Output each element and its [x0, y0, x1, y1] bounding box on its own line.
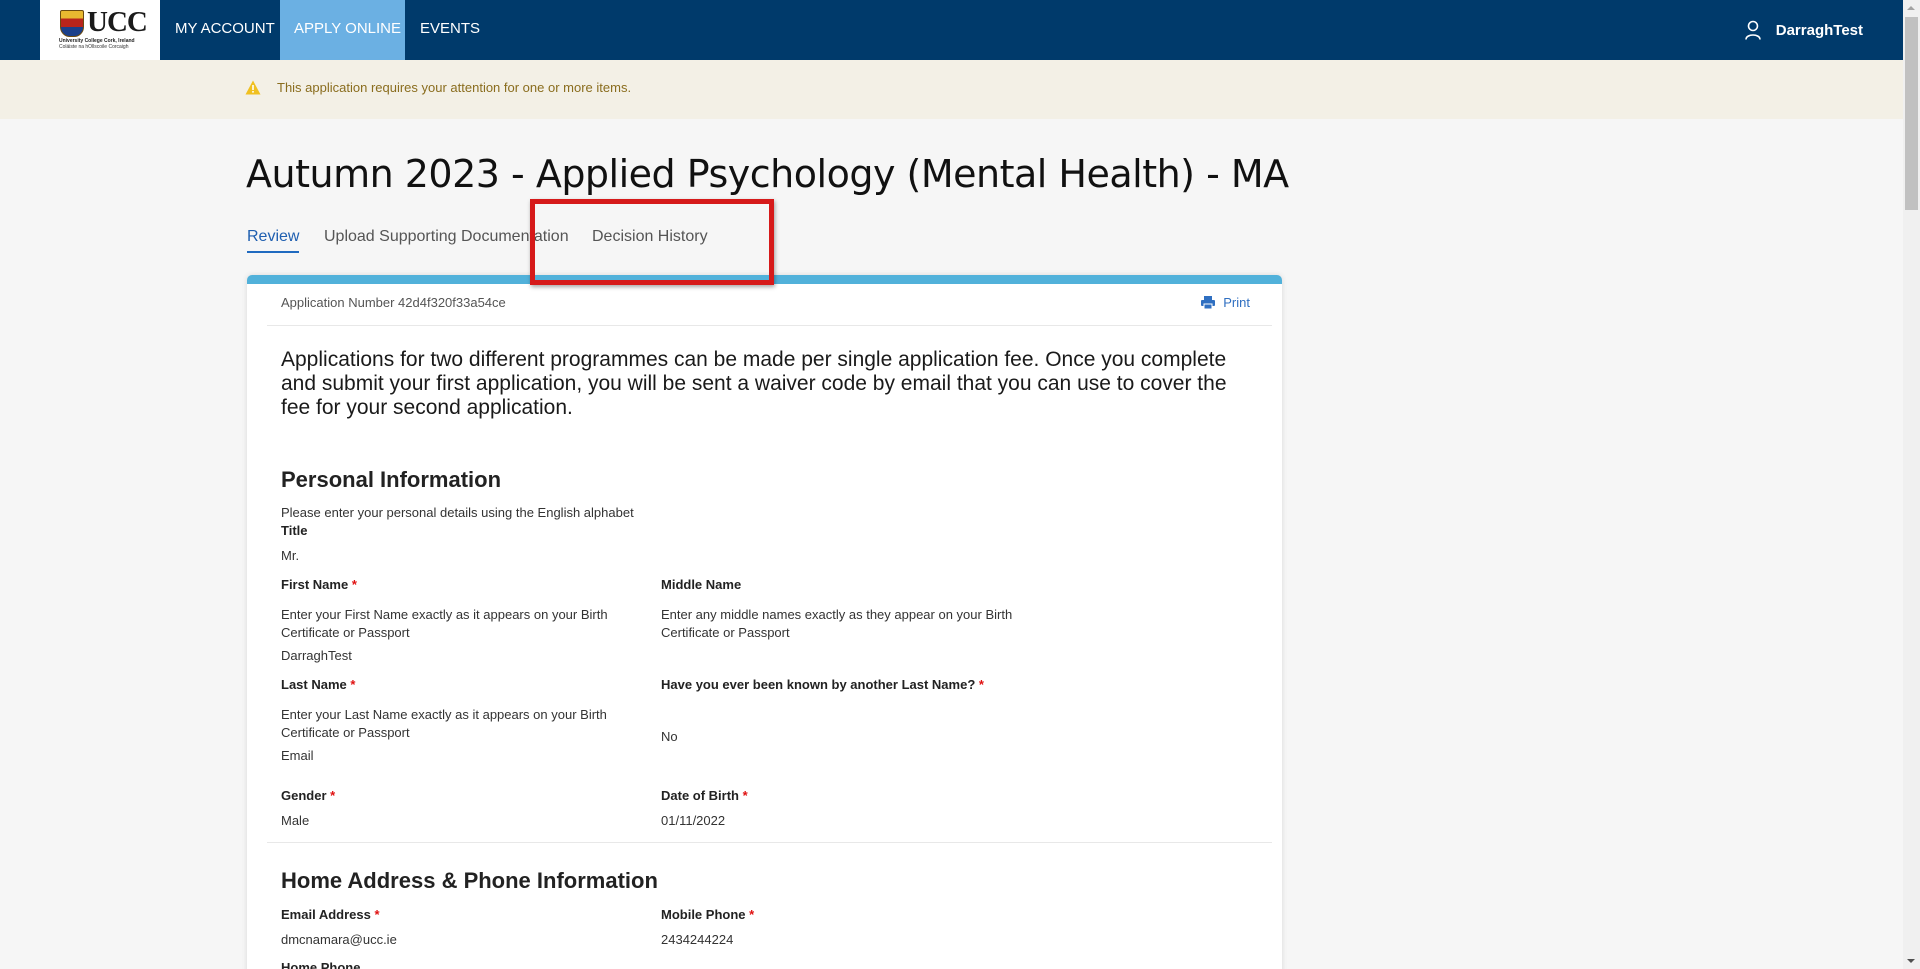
ucc-crest-icon — [60, 10, 84, 37]
date-of-birth-value: 01/11/2022 — [661, 813, 726, 828]
nav-events[interactable]: EVENTS — [405, 0, 495, 60]
application-number: Application Number 42d4f320f33a54ce — [281, 295, 506, 310]
date-of-birth-label: Date of Birth * — [661, 788, 748, 803]
page-title: Autumn 2023 - Applied Psychology (Mental… — [246, 152, 1289, 196]
warning-icon — [245, 80, 261, 95]
personal-details-note: Please enter your personal details using… — [281, 505, 634, 520]
required-marker: * — [978, 677, 984, 692]
tab-decision-history[interactable]: Decision History — [592, 228, 708, 251]
page-scrollbar[interactable] — [1903, 0, 1920, 969]
last-name-value: Email — [281, 748, 314, 763]
other-last-name-label-text: Have you ever been known by another Last… — [661, 677, 976, 692]
email-address-label-text: Email Address — [281, 907, 371, 922]
first-name-value: DarraghTest — [281, 648, 352, 663]
scroll-down-arrow-icon[interactable] — [1907, 959, 1915, 963]
first-name-label: First Name * — [281, 577, 357, 592]
other-last-name-value: No — [661, 729, 678, 744]
printer-icon — [1201, 296, 1216, 310]
user-icon — [1744, 20, 1762, 40]
gender-label: Gender * — [281, 788, 335, 803]
required-marker: * — [749, 907, 755, 922]
mobile-phone-value: 2434244224 — [661, 932, 734, 947]
required-marker: * — [351, 577, 357, 592]
print-button[interactable]: Print — [1201, 295, 1250, 310]
top-navigation-bar: UCC University College Cork, Ireland Col… — [0, 0, 1903, 60]
middle-name-help: Enter any middle names exactly as they a… — [661, 607, 1013, 640]
middle-name-label: Middle Name — [661, 577, 742, 592]
other-last-name-label: Have you ever been known by another Last… — [661, 677, 984, 692]
required-marker: * — [350, 677, 356, 692]
attention-alert-banner: This application requires your attention… — [0, 60, 1903, 119]
title-value: Mr. — [281, 548, 300, 563]
last-name-label-text: Last Name — [281, 677, 347, 692]
last-name-help: Enter your Last Name exactly as it appea… — [281, 707, 607, 740]
personal-information-heading: Personal Information — [281, 467, 502, 492]
scroll-up-arrow-icon[interactable] — [1907, 6, 1915, 10]
home-address-heading: Home Address & Phone Information — [281, 868, 658, 893]
application-review-card: Application Number 42d4f320f33a54ce Prin… — [247, 275, 1282, 969]
tab-upload-supporting-documentation[interactable]: Upload Supporting Documentation — [324, 228, 569, 251]
gender-value: Male — [281, 813, 310, 828]
required-marker: * — [330, 788, 336, 803]
gender-label-text: Gender — [281, 788, 327, 803]
required-marker: * — [374, 907, 380, 922]
logo-text: UCC — [87, 6, 148, 38]
alert-message: This application requires your attention… — [277, 80, 632, 95]
nav-apply-online[interactable]: APPLY ONLINE — [280, 0, 405, 60]
section-divider — [267, 842, 1272, 843]
nav-my-account[interactable]: MY ACCOUNT — [160, 0, 290, 60]
ucc-logo[interactable]: UCC University College Cork, Ireland Col… — [40, 0, 160, 60]
username: DarraghTest — [1775, 21, 1863, 39]
email-address-label: Email Address * — [281, 907, 380, 922]
required-marker: * — [742, 788, 748, 803]
home-phone-label: Home Phone — [281, 960, 361, 969]
scrollbar-thumb[interactable] — [1905, 17, 1918, 210]
first-name-label-text: First Name — [281, 577, 349, 592]
logo-subtitle-irish: Coláiste na hOllscoile Corcaigh — [59, 44, 129, 50]
card-header: Application Number 42d4f320f33a54ce Prin… — [267, 284, 1272, 326]
email-address-value: dmcnamara@ucc.ie — [281, 932, 397, 947]
last-name-label: Last Name * — [281, 677, 355, 692]
user-menu[interactable]: DarraghTest — [1744, 0, 1863, 60]
date-of-birth-label-text: Date of Birth — [661, 788, 739, 803]
tab-review[interactable]: Review — [247, 228, 300, 253]
first-name-help: Enter your First Name exactly as it appe… — [281, 607, 608, 640]
fee-waiver-notice: Applications for two different programme… — [281, 348, 1227, 419]
mobile-phone-label-text: Mobile Phone — [661, 907, 746, 922]
mobile-phone-label: Mobile Phone * — [661, 907, 754, 922]
title-label: Title — [281, 523, 308, 538]
print-label: Print — [1223, 295, 1250, 310]
